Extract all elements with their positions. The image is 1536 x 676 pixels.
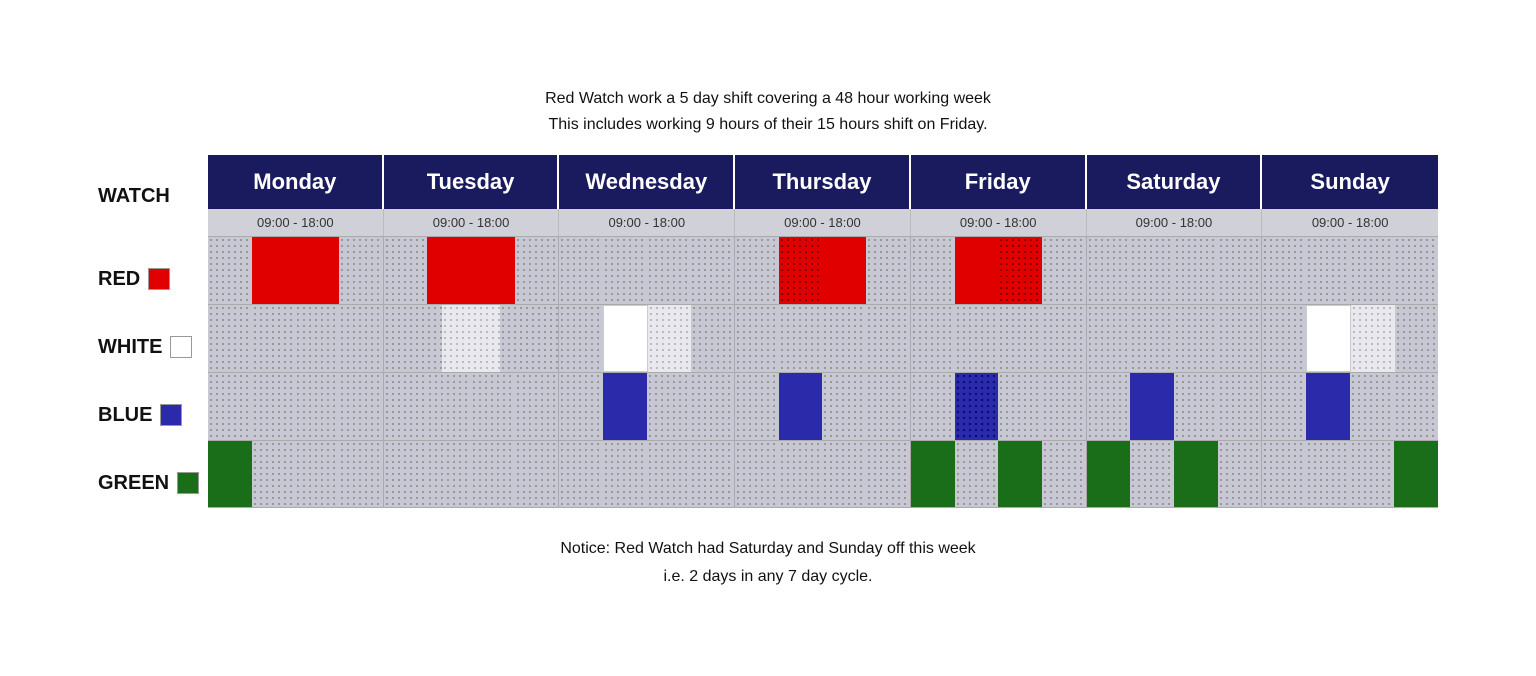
top-notice-line2: This includes working 9 hours of their 1…	[548, 116, 987, 133]
green-sunday	[1262, 441, 1438, 507]
time-monday: 09:00 - 18:00	[208, 209, 384, 236]
green-color-box	[177, 472, 199, 494]
schedule-wrapper: WATCH RED WHITE BLUE GREEN Monday Tuesda…	[98, 155, 1438, 517]
header-monday: Monday	[208, 155, 384, 209]
red-saturday	[1087, 237, 1263, 304]
watch-label-red: RED	[98, 245, 208, 313]
header-row: Monday Tuesday Wednesday Thursday Friday…	[208, 155, 1438, 209]
header-tuesday: Tuesday	[384, 155, 560, 209]
watch-name-red: RED	[98, 268, 140, 291]
white-saturday	[1087, 305, 1263, 372]
time-saturday: 09:00 - 18:00	[1087, 209, 1263, 236]
watch-label-white: WHITE	[98, 313, 208, 381]
bottom-notice: Notice: Red Watch had Saturday and Sunda…	[560, 535, 975, 589]
row-blue	[208, 372, 1438, 440]
red-tuesday	[384, 237, 560, 304]
time-tuesday: 09:00 - 18:00	[384, 209, 560, 236]
blue-color-box	[160, 404, 182, 426]
red-monday	[208, 237, 384, 304]
schedule-grid: Monday Tuesday Wednesday Thursday Friday…	[208, 155, 1438, 517]
green-thursday	[735, 441, 911, 507]
white-friday	[911, 305, 1087, 372]
green-friday	[911, 441, 1087, 507]
red-thursday	[735, 237, 911, 304]
time-wednesday: 09:00 - 18:00	[559, 209, 735, 236]
watch-name-blue: BLUE	[98, 404, 152, 427]
green-tuesday	[384, 441, 560, 507]
top-notice-line1: Red Watch work a 5 day shift covering a …	[545, 90, 991, 107]
time-sunday: 09:00 - 18:00	[1262, 209, 1438, 236]
row-white	[208, 304, 1438, 372]
row-red	[208, 236, 1438, 304]
watch-labels: WATCH RED WHITE BLUE GREEN	[98, 155, 208, 517]
blue-tuesday	[384, 373, 560, 440]
blue-wednesday	[559, 373, 735, 440]
row-green	[208, 440, 1438, 508]
blue-sunday	[1262, 373, 1438, 440]
watch-name-white: WHITE	[98, 336, 162, 359]
white-tuesday	[384, 305, 560, 372]
blue-monday	[208, 373, 384, 440]
blue-saturday	[1087, 373, 1263, 440]
top-notice: Red Watch work a 5 day shift covering a …	[545, 86, 991, 137]
time-row: 09:00 - 18:00 09:00 - 18:00 09:00 - 18:0…	[208, 209, 1438, 236]
white-color-box	[170, 336, 192, 358]
watch-label-blue: BLUE	[98, 381, 208, 449]
watch-name-green: GREEN	[98, 472, 169, 495]
green-wednesday	[559, 441, 735, 507]
time-friday: 09:00 - 18:00	[911, 209, 1087, 236]
time-thursday: 09:00 - 18:00	[735, 209, 911, 236]
green-saturday	[1087, 441, 1263, 507]
header-thursday: Thursday	[735, 155, 911, 209]
header-friday: Friday	[911, 155, 1087, 209]
white-wednesday	[559, 305, 735, 372]
header-sunday: Sunday	[1262, 155, 1438, 209]
bottom-notice-line2: i.e. 2 days in any 7 day cycle.	[663, 568, 872, 585]
red-color-box	[148, 268, 170, 290]
bottom-notice-line1: Notice: Red Watch had Saturday and Sunda…	[560, 540, 975, 557]
header-saturday: Saturday	[1087, 155, 1263, 209]
blue-friday	[911, 373, 1087, 440]
white-sunday	[1262, 305, 1438, 372]
watch-label-green: GREEN	[98, 449, 208, 517]
white-thursday	[735, 305, 911, 372]
red-friday	[911, 237, 1087, 304]
header-wednesday: Wednesday	[559, 155, 735, 209]
white-monday	[208, 305, 384, 372]
green-monday	[208, 441, 384, 507]
red-wednesday	[559, 237, 735, 304]
red-sunday	[1262, 237, 1438, 304]
blue-thursday	[735, 373, 911, 440]
